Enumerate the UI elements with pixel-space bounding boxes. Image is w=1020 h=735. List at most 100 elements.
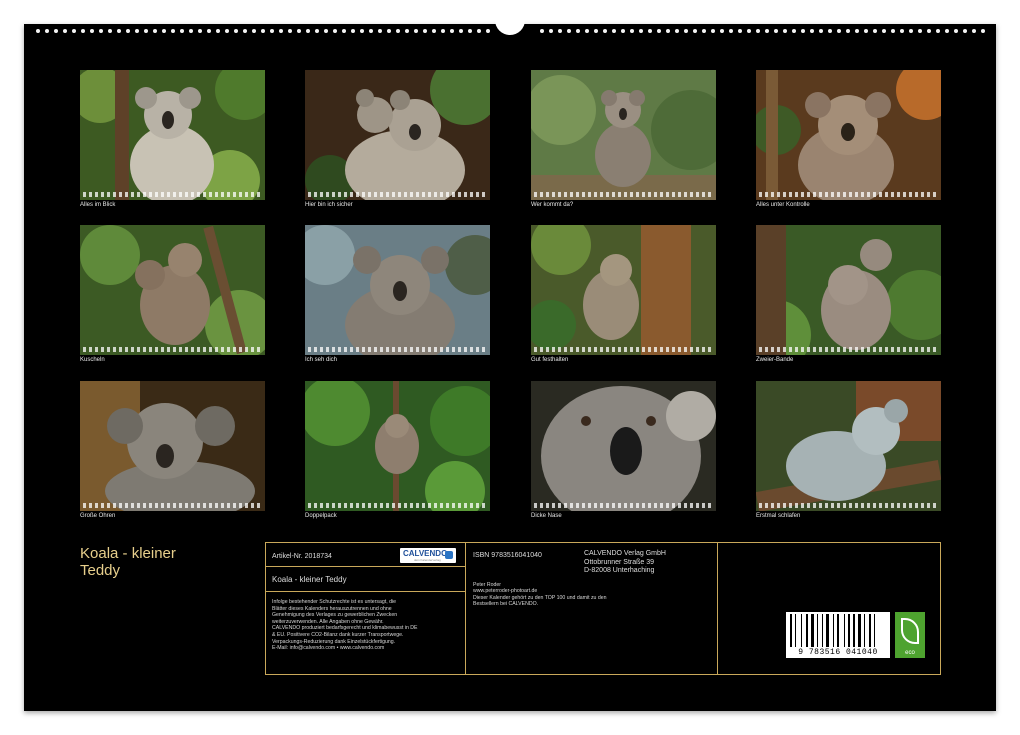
calendar-day-strip [534,347,713,352]
binding-hole [45,29,49,33]
binding-hole [477,29,481,33]
binding-hole [549,29,553,33]
photo-thumbnail [80,225,265,355]
photo-caption: Zweier-Bande [756,357,793,363]
binding-hole [864,29,868,33]
binding-hole [72,29,76,33]
divider [266,591,465,592]
binding-hole [450,29,454,33]
binding-hole [648,29,652,33]
binding-hole [423,29,427,33]
calendar-title: Koala - kleiner Teddy [80,545,230,579]
binding-hole [297,29,301,33]
photo-thumbnail [531,225,716,355]
binding-hole [207,29,211,33]
binding-hole [684,29,688,33]
photo-caption: Doppelpack [305,513,337,519]
binding-hole [909,29,913,33]
binding-hole [486,29,490,33]
koala-photo [305,381,490,511]
binding-hole [882,29,886,33]
binding-hole [216,29,220,33]
barcode-bar [801,614,802,647]
photo-thumbnail [756,225,941,355]
legal-line: CALVENDO produziert bedarfsgerecht und k… [272,625,418,632]
koala-photo [756,225,941,355]
publisher-line: CALVENDO Verlag GmbH [584,550,666,559]
photo-caption: Ich seh dich [305,357,337,363]
binding-hole [378,29,382,33]
binding-hole [963,29,967,33]
barcode-bar [858,614,861,647]
barcode-bar [822,614,823,647]
binding-hole [630,29,634,33]
koala-photo [531,225,716,355]
koala-photo [756,70,941,200]
calendar-day-strip [759,192,938,197]
isbn-barcode: 9 783516 041040 [786,612,890,658]
binding-hole [576,29,580,33]
legal-line: Infolge bestehender Schutzrechte ist es … [272,599,418,606]
binding-hole [558,29,562,33]
barcode-bars [790,614,886,647]
binding-hole [153,29,157,33]
logo-mark-icon [445,551,453,559]
binding-hole [117,29,121,33]
legal-notice: Infolge bestehender Schutzrechte ist es … [272,599,418,652]
binding-hole [126,29,130,33]
binding-hole [567,29,571,33]
photo-caption: Alles unter Kontrolle [756,202,810,208]
binding-hole [360,29,364,33]
koala-photo [80,225,265,355]
leaf-icon [901,618,919,644]
barcode-bar [826,614,829,647]
koala-photo [80,70,265,200]
binding-hole [36,29,40,33]
binding-hole [792,29,796,33]
photo-thumbnail [305,225,490,355]
binding-hole [324,29,328,33]
binding-hole [891,29,895,33]
barcode-bar [790,614,792,647]
binding-hole [693,29,697,33]
binding-hole [657,29,661,33]
photo-caption: Alles im Blick [80,202,115,208]
publisher-line: Ottobrunner Straße 39 [584,559,666,568]
binding-hole [243,29,247,33]
binding-hole [585,29,589,33]
binding-hole [675,29,679,33]
binding-hole [63,29,67,33]
binding-hole [405,29,409,33]
binding-hole [180,29,184,33]
barcode-bar [817,614,818,647]
binding-hole [342,29,346,33]
binding-hole [810,29,814,33]
photo-thumbnail [531,381,716,511]
author-info: Peter Roder www.peterroder-photoart.de D… [473,582,607,608]
binding-hole [621,29,625,33]
binding-hole [774,29,778,33]
photo-thumbnail [305,70,490,200]
binding-hole [747,29,751,33]
binding-hole [918,29,922,33]
binding-hole [90,29,94,33]
koala-photo [305,70,490,200]
binding-hole [936,29,940,33]
binding-hole [783,29,787,33]
binding-hole [108,29,112,33]
legal-line: weiterzuverwenden. Alle Angaben ohne Gew… [272,619,418,626]
calendar-day-strip [534,503,713,508]
binding-hole [81,29,85,33]
calendar-day-strip [534,192,713,197]
koala-photo [531,70,716,200]
calendar-day-strip [83,347,262,352]
binding-hole [828,29,832,33]
binding-hole [432,29,436,33]
binding-hole [702,29,706,33]
binding-hole [729,29,733,33]
calvendo-logo: CALVENDO dein Kalenderverlag [400,548,456,563]
binding-hole [540,29,544,33]
binding-hole [99,29,103,33]
binding-hole [972,29,976,33]
binding-hole [54,29,58,33]
